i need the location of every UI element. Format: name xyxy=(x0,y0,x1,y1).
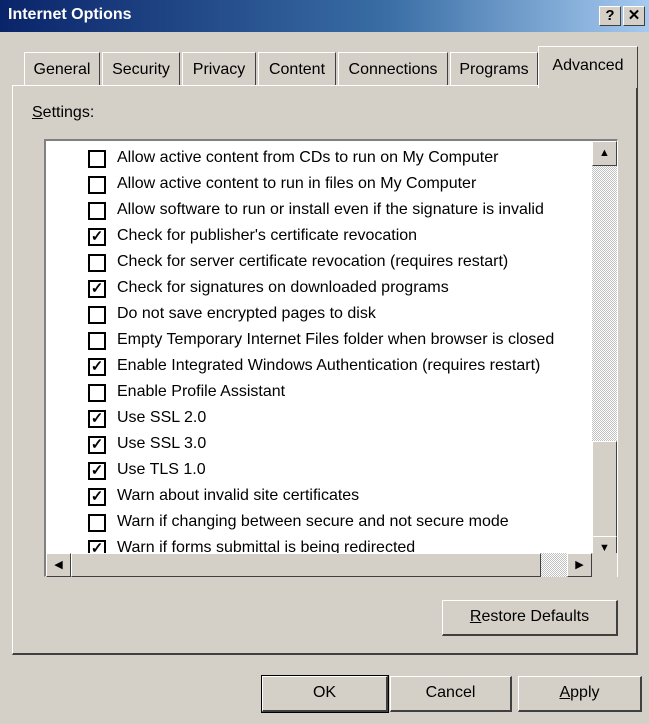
settings-label: Settings: xyxy=(32,104,95,121)
title-bar[interactable]: Internet Options ? ✕ xyxy=(0,0,649,32)
list-item-label: Check for publisher's certificate revoca… xyxy=(117,227,418,244)
list-item-label: Warn if changing between secure and not … xyxy=(117,513,509,530)
checkbox[interactable] xyxy=(88,150,106,168)
settings-list[interactable]: Allow active content from CDs to run on … xyxy=(44,139,618,577)
scrollbar-corner xyxy=(592,553,617,577)
left-arrow-icon: ◀ xyxy=(54,559,63,571)
checkbox[interactable]: ✓ xyxy=(88,358,106,376)
tab-security[interactable]: Security xyxy=(102,52,180,86)
window-title: Internet Options xyxy=(8,6,132,23)
ok-button[interactable]: OK xyxy=(261,675,389,713)
list-item-label: Use SSL 3.0 xyxy=(117,435,207,452)
checkbox[interactable]: ✓ xyxy=(88,410,106,428)
list-item-label: Allow active content from CDs to run on … xyxy=(117,149,499,166)
vertical-scrollbar[interactable]: ▲ ▼ xyxy=(592,141,617,577)
checkbox[interactable] xyxy=(88,384,106,402)
tab-privacy[interactable]: Privacy xyxy=(182,52,256,86)
cancel-button[interactable]: Cancel xyxy=(390,676,512,712)
tab-label: Programs xyxy=(459,61,529,78)
tab-advanced[interactable]: Advanced xyxy=(538,46,638,88)
apply-button[interactable]: Apply xyxy=(518,676,642,712)
horizontal-scrollbar[interactable]: ◀ ▶ xyxy=(46,553,592,577)
tab-general[interactable]: General xyxy=(24,52,100,86)
tab-connections[interactable]: Connections xyxy=(338,52,448,86)
up-arrow-icon: ▲ xyxy=(599,147,610,159)
list-item-label: Use SSL 2.0 xyxy=(117,409,207,426)
list-item-label: Check for server certificate revocation … xyxy=(117,253,509,270)
checkbox[interactable]: ✓ xyxy=(88,280,106,298)
tab-label: Advanced xyxy=(552,57,624,74)
list-item-label: Warn about invalid site certificates xyxy=(117,487,360,504)
restore-defaults-button[interactable]: Restore Defaults xyxy=(442,600,618,636)
checkbox[interactable] xyxy=(88,332,106,350)
list-item-label: Enable Integrated Windows Authentication… xyxy=(117,357,541,374)
scroll-right-button[interactable]: ▶ xyxy=(567,553,592,577)
checkbox[interactable]: ✓ xyxy=(88,462,106,480)
tab-label: Privacy xyxy=(192,61,246,78)
list-item-label: Use TLS 1.0 xyxy=(117,461,206,478)
right-arrow-icon: ▶ xyxy=(575,559,584,571)
checkbox[interactable] xyxy=(88,176,106,194)
checkbox[interactable] xyxy=(88,514,106,532)
list-item-label: Allow software to run or install even if… xyxy=(117,201,544,218)
tab-programs[interactable]: Programs xyxy=(450,52,538,86)
close-button[interactable]: ✕ xyxy=(623,6,645,26)
scroll-thumb-horizontal[interactable] xyxy=(71,553,541,577)
checkbox[interactable]: ✓ xyxy=(88,228,106,246)
scroll-up-button[interactable]: ▲ xyxy=(592,141,617,166)
tab-label: Content xyxy=(268,61,326,78)
tab-label: General xyxy=(33,61,91,78)
list-item-label: Do not save encrypted pages to disk xyxy=(117,305,376,322)
tab-label: Connections xyxy=(348,61,438,78)
close-icon: ✕ xyxy=(627,7,641,24)
list-item-label: Allow active content to run in files on … xyxy=(117,175,477,192)
help-button[interactable]: ? xyxy=(599,6,621,26)
scroll-left-button[interactable]: ◀ xyxy=(46,553,71,577)
checkbox[interactable] xyxy=(88,306,106,324)
checkbox[interactable]: ✓ xyxy=(88,436,106,454)
tab-content[interactable]: Content xyxy=(258,52,336,86)
list-item-label: Empty Temporary Internet Files folder wh… xyxy=(117,331,555,348)
list-item-label: Enable Profile Assistant xyxy=(117,383,286,400)
help-icon: ? xyxy=(605,7,615,24)
list-item-label: Check for signatures on downloaded progr… xyxy=(117,279,449,296)
checkbox[interactable] xyxy=(88,202,106,220)
checkbox[interactable]: ✓ xyxy=(88,488,106,506)
checkbox[interactable] xyxy=(88,254,106,272)
tab-label: Security xyxy=(112,61,170,78)
